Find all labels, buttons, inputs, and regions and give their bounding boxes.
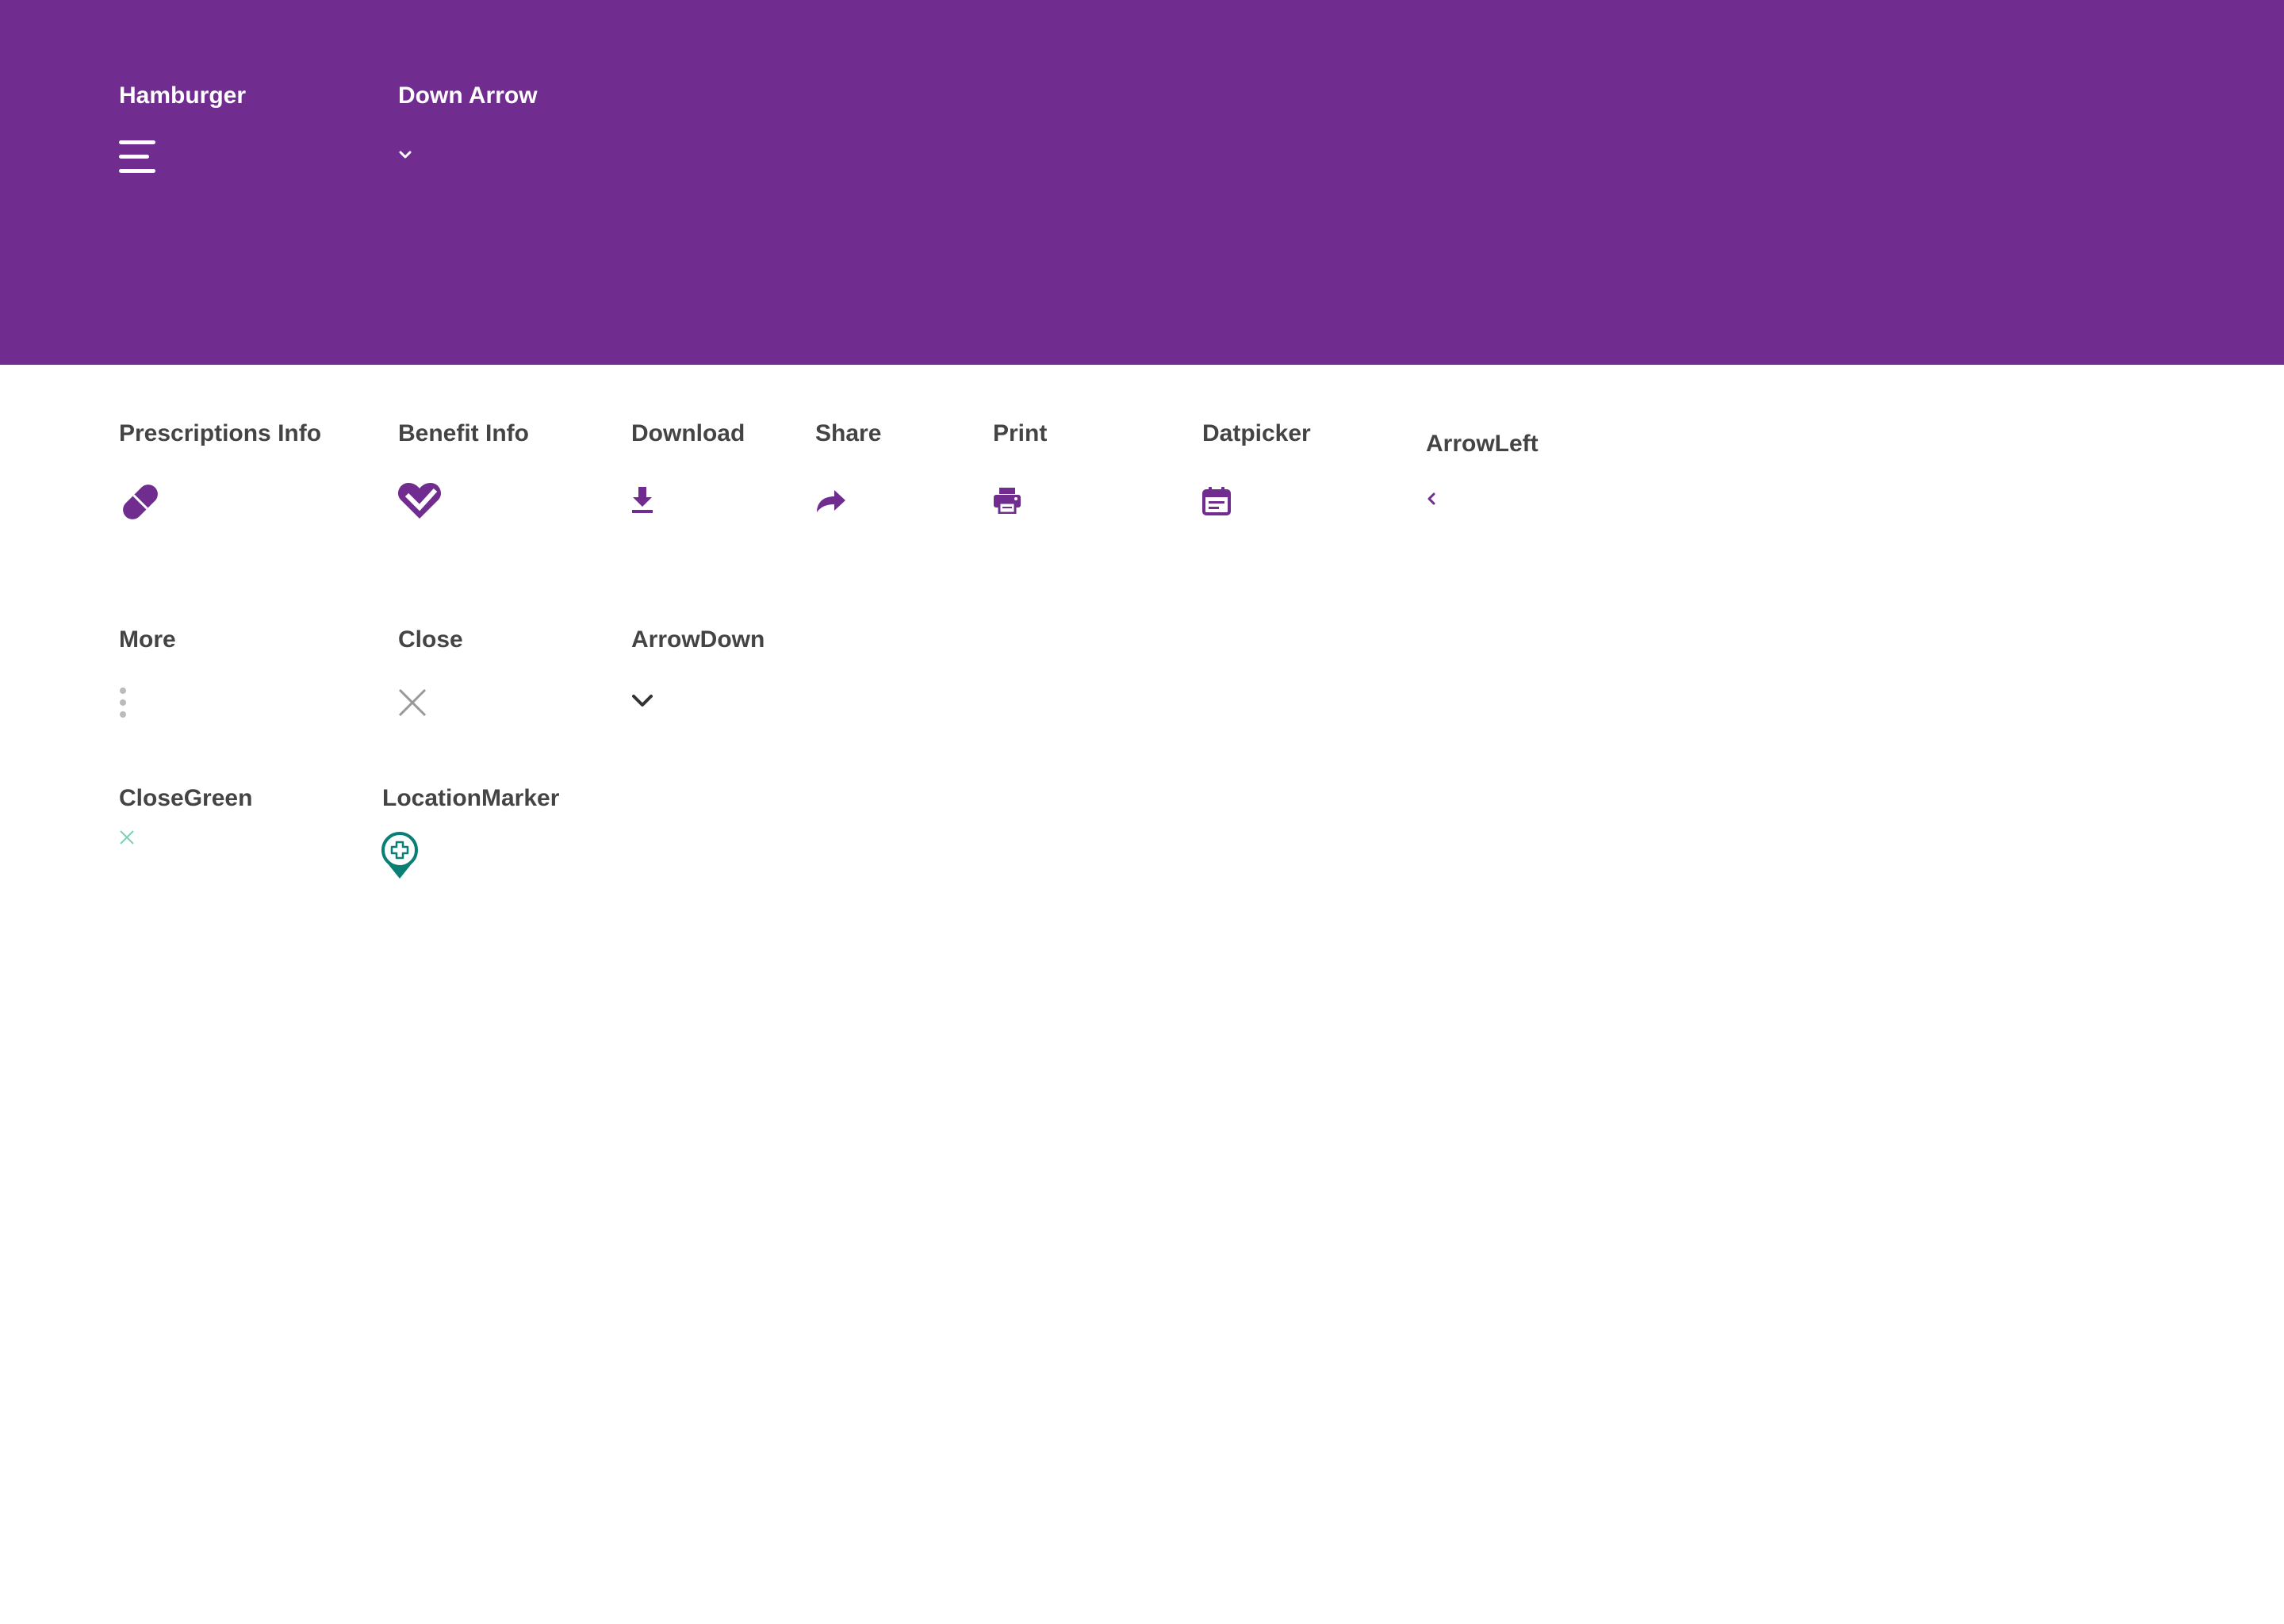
pill-icon[interactable] bbox=[119, 481, 162, 523]
heart-check-icon[interactable] bbox=[398, 481, 441, 520]
share-icon[interactable] bbox=[815, 488, 847, 514]
header-banner: Hamburger Down Arrow bbox=[0, 0, 2284, 365]
download-icon[interactable] bbox=[631, 487, 653, 514]
icon-label: Benefit Info bbox=[398, 420, 529, 446]
icon-label: ArrowDown bbox=[631, 626, 765, 653]
icon-label: Download bbox=[631, 420, 745, 446]
icon-label: LocationMarker bbox=[382, 785, 560, 811]
printer-icon[interactable] bbox=[993, 487, 1021, 514]
icon-label: Print bbox=[993, 420, 1048, 446]
location-marker-icon[interactable] bbox=[380, 831, 420, 880]
more-vertical-icon[interactable] bbox=[119, 687, 127, 718]
icon-label: Datpicker bbox=[1202, 420, 1311, 446]
icon-label: Close bbox=[398, 626, 463, 653]
chevron-down-icon[interactable] bbox=[398, 149, 412, 160]
icon-label: Hamburger bbox=[119, 82, 247, 109]
chevron-down-icon[interactable] bbox=[631, 693, 653, 709]
icon-label: CloseGreen bbox=[119, 785, 253, 811]
icon-label: Down Arrow bbox=[398, 82, 538, 109]
close-icon[interactable] bbox=[119, 829, 135, 845]
icon-label: More bbox=[119, 626, 176, 653]
hamburger-icon[interactable] bbox=[119, 140, 157, 174]
icon-label: ArrowLeft bbox=[1426, 431, 1539, 457]
calendar-icon[interactable] bbox=[1202, 487, 1231, 515]
chevron-left-icon[interactable] bbox=[1426, 492, 1437, 506]
icon-label: Prescriptions Info bbox=[119, 420, 322, 446]
close-icon[interactable] bbox=[398, 688, 427, 717]
icon-label: Share bbox=[815, 420, 882, 446]
